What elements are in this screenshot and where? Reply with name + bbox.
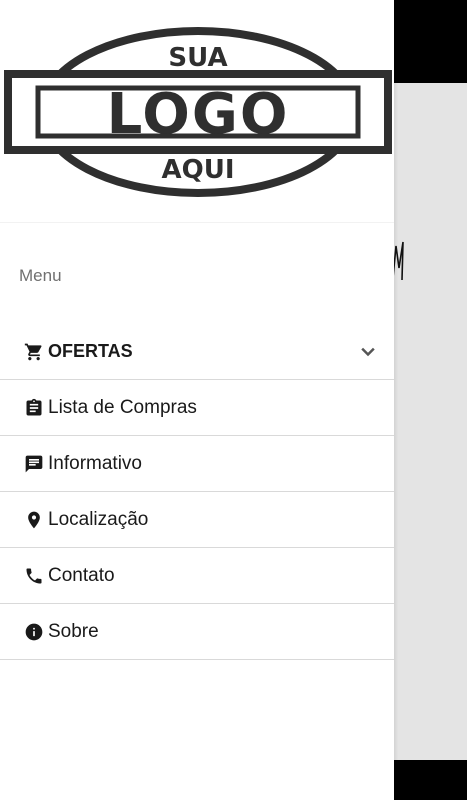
- menu-item-label: Localização: [48, 508, 149, 530]
- menu-item-ofertas[interactable]: OFERTAS: [0, 324, 394, 380]
- background-content[interactable]: [394, 83, 467, 760]
- phone-icon: [24, 566, 44, 586]
- chevron-down-icon[interactable]: [358, 342, 378, 362]
- svg-text:SUA: SUA: [168, 43, 227, 73]
- svg-text:AQUI: AQUI: [161, 155, 234, 185]
- menu-item-lista-de-compras[interactable]: Lista de Compras: [0, 380, 394, 436]
- cart-icon: [24, 342, 44, 362]
- info-icon: [24, 622, 44, 642]
- menu-item-label: OFERTAS: [48, 341, 133, 361]
- brand-logo: SUA LOGO AQUI: [4, 27, 392, 197]
- menu-item-label: Contato: [48, 564, 115, 586]
- navigation-drawer: SUA LOGO AQUI Menu OFERTAS Lista de Comp…: [0, 0, 394, 800]
- drawer-header: SUA LOGO AQUI: [0, 0, 394, 223]
- clipboard-icon: [24, 398, 44, 418]
- menu-item-localizacao[interactable]: Localização: [0, 492, 394, 548]
- location-pin-icon: [24, 510, 44, 530]
- menu-item-contato[interactable]: Contato: [0, 548, 394, 604]
- menu-item-informativo[interactable]: Informativo: [0, 436, 394, 492]
- menu-section-title: Menu: [19, 266, 62, 285]
- menu-item-label: Sobre: [48, 620, 99, 642]
- menu-item-label: Informativo: [48, 452, 142, 474]
- background-bottom-bar: [394, 760, 467, 800]
- menu-item-label: Lista de Compras: [48, 396, 197, 418]
- menu-list: OFERTAS Lista de Compras Informativo Loc…: [0, 324, 394, 660]
- message-icon: [24, 454, 44, 474]
- menu-item-sobre[interactable]: Sobre: [0, 604, 394, 660]
- background-app-bar: [394, 0, 467, 83]
- svg-text:LOGO: LOGO: [107, 82, 290, 147]
